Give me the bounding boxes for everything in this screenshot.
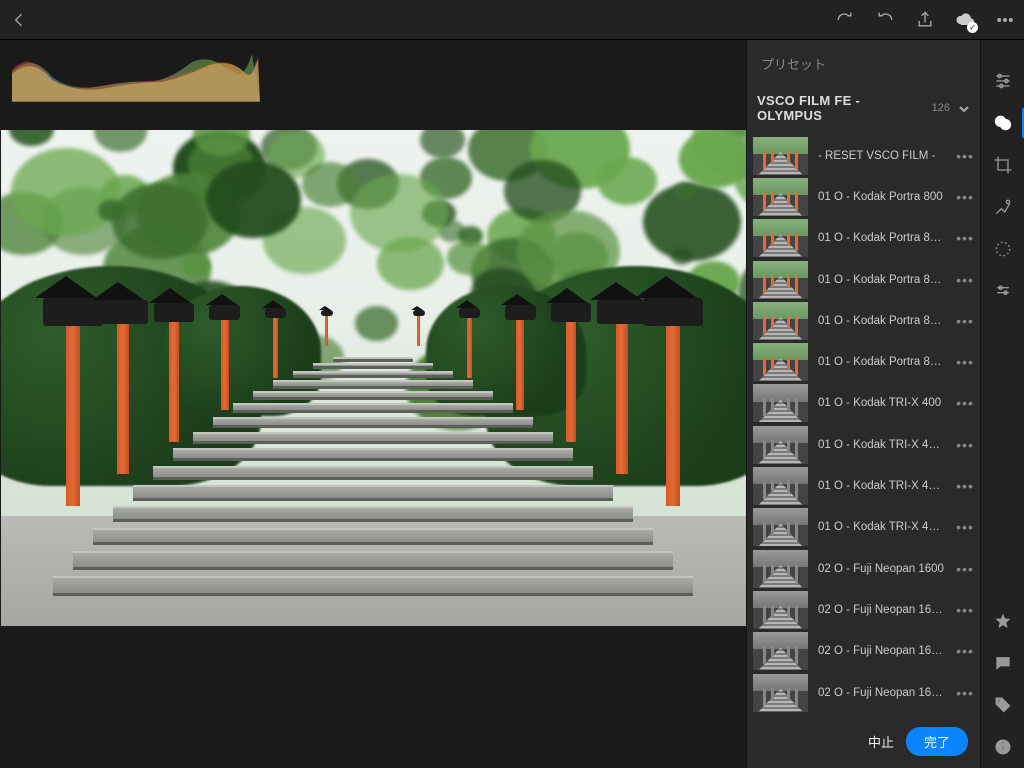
preset-thumbnail (753, 550, 808, 588)
preset-item[interactable]: 01 O - Kodak Portra 800 ++ ••• (747, 259, 980, 300)
rate-star-icon[interactable] (981, 600, 1024, 642)
preset-more-icon[interactable]: ••• (956, 354, 974, 370)
preset-thumbnail (753, 343, 808, 381)
preset-item[interactable]: 01 O - Kodak TRI-X 400 ++ ••• (747, 465, 980, 506)
histogram[interactable] (0, 40, 746, 130)
preset-item[interactable]: 01 O - Kodak Portra 800 - ••• (747, 300, 980, 341)
preset-more-icon[interactable]: ••• (956, 148, 974, 164)
undo-icon[interactable] (874, 9, 896, 31)
preset-more-icon[interactable]: ••• (956, 643, 974, 659)
preset-label: 02 O - Fuji Neopan 1600 (818, 563, 946, 575)
preset-more-icon[interactable]: ••• (956, 685, 974, 701)
radial-mask-icon[interactable] (981, 228, 1024, 270)
share-icon[interactable] (914, 9, 936, 31)
preset-label: 01 O - Kodak Portra 800 - (818, 315, 946, 327)
preset-thumbnail (753, 302, 808, 340)
preset-label: 02 O - Fuji Neopan 1600 ++ (818, 645, 946, 657)
preset-more-icon[interactable]: ••• (956, 478, 974, 494)
preset-item[interactable]: 02 O - Fuji Neopan 1600 ++ ••• (747, 631, 980, 672)
preset-thumbnail (753, 219, 808, 257)
preset-more-icon[interactable]: ••• (956, 561, 974, 577)
preset-thumbnail (753, 508, 808, 546)
preset-more-icon[interactable]: ••• (956, 230, 974, 246)
back-icon[interactable] (8, 9, 30, 31)
top-toolbar: ✓ (0, 0, 1024, 40)
preset-more-icon[interactable]: ••• (956, 519, 974, 535)
healing-brush-icon[interactable] (981, 186, 1024, 228)
panel-title: プリセット (747, 40, 980, 83)
done-button[interactable]: 完了 (906, 727, 968, 756)
preset-item[interactable]: 01 O - Kodak TRI-X 400 + ••• (747, 424, 980, 465)
preset-thumbnail (753, 137, 808, 175)
adjust-sliders-icon[interactable] (981, 60, 1024, 102)
more-icon[interactable] (994, 9, 1016, 31)
preset-more-icon[interactable]: ••• (956, 437, 974, 453)
preset-label: 01 O - Kodak TRI-X 400 + (818, 439, 946, 451)
preset-more-icon[interactable]: ••• (956, 272, 974, 288)
cancel-button[interactable]: 中止 (868, 732, 894, 751)
cloud-sync-icon[interactable]: ✓ (954, 9, 976, 31)
preset-list: - RESET VSCO FILM -•••01 O - Kodak Portr… (747, 135, 980, 717)
local-adjust-icon[interactable] (981, 270, 1024, 312)
preset-label: - RESET VSCO FILM - (818, 150, 946, 162)
info-icon[interactable] (981, 726, 1024, 768)
preset-label: 01 O - Kodak Portra 800 (818, 191, 946, 203)
preset-more-icon[interactable]: ••• (956, 189, 974, 205)
preset-group-header[interactable]: VSCO FILM FE - OLYMPUS 126 (747, 83, 980, 135)
preset-item[interactable]: 01 O - Kodak Portra 800 + ••• (747, 218, 980, 259)
comments-icon[interactable] (981, 642, 1024, 684)
preset-thumbnail (753, 178, 808, 216)
tool-strip (980, 40, 1024, 768)
preset-thumbnail (753, 674, 808, 712)
preset-label: 01 O - Kodak Portra 800 + (818, 232, 946, 244)
preset-item[interactable]: 01 O - Kodak Portra 800 ••• (747, 176, 980, 217)
preset-thumbnail (753, 467, 808, 505)
preset-label: 01 O - Kodak Portra 800 HC (818, 356, 946, 368)
chevron-down-icon (958, 102, 970, 114)
presets-icon[interactable] (981, 102, 1024, 144)
preset-thumbnail (753, 261, 808, 299)
preset-label: 01 O - Kodak TRI-X 400 (818, 397, 946, 409)
preset-label: 02 O - Fuji Neopan 1600 - (818, 687, 946, 699)
preset-item[interactable]: 02 O - Fuji Neopan 1600 - ••• (747, 672, 980, 713)
preset-item[interactable]: 01 O - Kodak TRI-X 400 ••• (747, 383, 980, 424)
main-photo[interactable] (1, 130, 746, 626)
preset-thumbnail (753, 591, 808, 629)
preset-item[interactable]: 01 O - Kodak TRI-X 400 - ••• (747, 507, 980, 548)
preset-more-icon[interactable]: ••• (956, 395, 974, 411)
preset-item[interactable]: 02 O - Fuji Neopan 1600 ••• (747, 548, 980, 589)
sync-ok-badge: ✓ (967, 22, 978, 33)
tag-icon[interactable] (981, 684, 1024, 726)
preset-label: 01 O - Kodak TRI-X 400 ++ (818, 480, 946, 492)
preset-item[interactable]: 01 O - Kodak Portra 800 HC ••• (747, 341, 980, 382)
preset-label: 01 O - Kodak Portra 800 ++ (818, 274, 946, 286)
redo-icon[interactable] (834, 9, 856, 31)
preset-count: 126 (932, 102, 950, 114)
preset-label: 02 O - Fuji Neopan 1600 + (818, 604, 946, 616)
preset-more-icon[interactable]: ••• (956, 313, 974, 329)
preset-item[interactable]: - RESET VSCO FILM - ••• (747, 135, 980, 176)
preset-thumbnail (753, 384, 808, 422)
preset-more-icon[interactable]: ••• (956, 602, 974, 618)
preset-panel: プリセット VSCO FILM FE - OLYMPUS 126 - RESET… (746, 40, 980, 768)
crop-icon[interactable] (981, 144, 1024, 186)
preset-thumbnail (753, 632, 808, 670)
preset-thumbnail (753, 426, 808, 464)
preset-label: 01 O - Kodak TRI-X 400 - (818, 521, 946, 533)
preset-item[interactable]: 02 O - Fuji Neopan 1600 + ••• (747, 589, 980, 630)
preset-group-name: VSCO FILM FE - OLYMPUS (757, 93, 924, 123)
